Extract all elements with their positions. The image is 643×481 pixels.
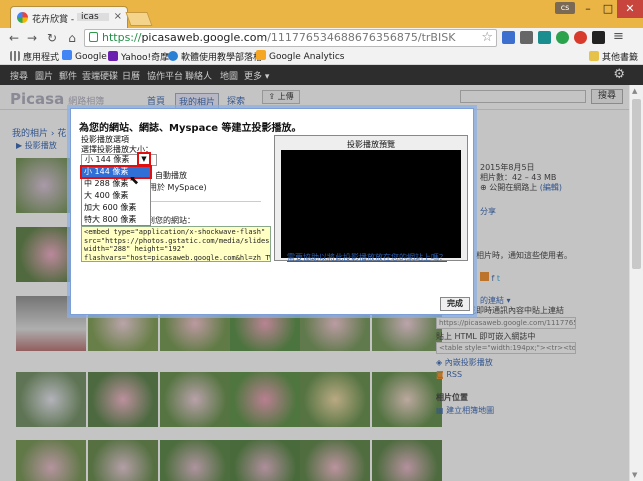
bookmark-star-icon[interactable]: ☆ <box>481 30 493 45</box>
maximize-button[interactable]: □ <box>598 0 618 18</box>
done-button[interactable]: 完成 <box>440 297 470 311</box>
yahoo-icon <box>108 51 118 61</box>
slideshow-preview-panel: 投影播放預覽 <box>274 135 468 261</box>
dialog-title: 為您的網站、網誌、Myspace 等建立投影播放。 <box>79 123 302 134</box>
extension-power-icon[interactable] <box>574 31 587 44</box>
dropdown-arrow-icon[interactable]: ▼ <box>137 152 151 166</box>
tab-close-icon[interactable]: × <box>114 11 122 22</box>
back-arrow-icon[interactable]: ← <box>6 30 22 46</box>
gbar-item-sites[interactable]: 協作平台 <box>147 69 183 82</box>
picasa-favicon-icon <box>17 12 28 23</box>
size-option-288[interactable]: 中 288 像素 <box>82 179 150 189</box>
scroll-down-icon[interactable]: ▼ <box>632 471 637 479</box>
bookmark-apps[interactable]: 應用程式 <box>10 50 59 63</box>
home-icon[interactable]: ⌂ <box>64 30 80 46</box>
slideshow-embed-dialog: 為您的網站、網誌、Myspace 等建立投影播放。 投影播放選項 選擇投影播放大… <box>70 108 474 315</box>
lock-icon <box>89 32 98 42</box>
size-option-800[interactable]: 特大 800 像素 <box>82 215 150 225</box>
myspace-label: 用於 MySpace) <box>149 183 207 192</box>
bookmark-google[interactable]: Google <box>62 50 107 62</box>
size-option-144[interactable]: 小 144 像素 <box>80 165 152 179</box>
folder-icon <box>589 51 599 61</box>
embed-code-label: 到您的網站： <box>147 216 195 225</box>
chrome-menu-icon[interactable]: ≡ <box>613 29 624 44</box>
autoplay-label: 自動播放 <box>155 171 187 180</box>
analytics-icon <box>256 50 266 60</box>
window-close-button[interactable]: ✕ <box>617 0 643 18</box>
gbar-item-mail[interactable]: 郵件 <box>59 69 77 82</box>
gbar-item-maps[interactable]: 地圖 <box>220 69 238 82</box>
google-bar: 搜尋 圖片 郵件 雲端硬碟 日曆 協作平台 聯絡人 地圖 更多 ▾ ⚙ <box>0 65 643 85</box>
tab-title-suffix: icas <box>81 12 99 22</box>
user-profile-badge[interactable]: cs <box>555 2 575 14</box>
embed-code-textarea[interactable]: <embed type="application/x-shockwave-fla… <box>81 226 271 262</box>
bookmark-yahoo[interactable]: Yahoo!奇摩 <box>108 50 169 63</box>
minimize-button[interactable]: – <box>578 0 598 18</box>
extension-wrench-icon[interactable] <box>520 31 533 44</box>
bookmarks-bar: 應用程式 Google Yahoo!奇摩 軟體使用教學部落格 Google An… <box>0 48 643 65</box>
preview-title: 投影播放預覽 <box>347 140 395 149</box>
gear-icon[interactable]: ⚙ <box>613 67 625 82</box>
section-divider <box>151 201 261 202</box>
url-text: https://picasaweb.google.com/11177653468… <box>102 31 456 44</box>
blog-icon <box>168 51 178 61</box>
apps-grid-icon <box>10 51 20 61</box>
reload-icon[interactable]: ↻ <box>44 30 60 46</box>
scroll-up-icon[interactable]: ▲ <box>632 87 637 95</box>
gbar-item-contacts[interactable]: 聯絡人 <box>185 69 212 82</box>
preview-screen[interactable] <box>281 150 461 258</box>
extension-s-icon[interactable] <box>538 31 551 44</box>
size-option-600[interactable]: 加大 600 像素 <box>82 203 150 213</box>
gbar-item-drive[interactable]: 雲端硬碟 <box>82 69 118 82</box>
browser-tab-active[interactable]: 花卉欣賞 - icas × <box>10 6 128 28</box>
mouse-cursor-icon: ⬉ <box>129 173 140 187</box>
size-dropdown-list: 小 144 像素 中 288 像素 大 400 像素 加大 600 像素 特大 … <box>80 165 152 226</box>
bookmark-other[interactable]: 其他書籤 <box>589 50 638 63</box>
tab-title: 花卉欣賞 - <box>32 15 75 25</box>
google-icon <box>62 50 72 60</box>
scroll-thumb[interactable] <box>632 99 641 269</box>
help-link[interactable]: 需要協助以將此投影播放放在您的網站上嗎？ <box>287 252 447 263</box>
address-bar[interactable]: https://picasaweb.google.com/11177653468… <box>84 29 497 47</box>
size-option-400[interactable]: 大 400 像素 <box>82 191 150 201</box>
extension-translate-icon[interactable] <box>502 31 515 44</box>
gbar-item-search[interactable]: 搜尋 <box>10 69 28 82</box>
extension-dark-icon[interactable] <box>592 31 605 44</box>
page-scrollbar[interactable]: ▲ ▼ <box>629 85 643 481</box>
bookmark-software-blog[interactable]: 軟體使用教學部落格 <box>168 50 262 63</box>
gbar-item-more[interactable]: 更多 ▾ <box>244 69 269 82</box>
gbar-item-calendar[interactable]: 日曆 <box>122 69 140 82</box>
bookmark-analytics[interactable]: Google Analytics <box>256 50 344 62</box>
extension-refresh-icon[interactable] <box>556 31 569 44</box>
new-tab-button[interactable] <box>125 12 153 26</box>
gbar-item-images[interactable]: 圖片 <box>35 69 53 82</box>
forward-arrow-icon[interactable]: → <box>24 30 40 46</box>
